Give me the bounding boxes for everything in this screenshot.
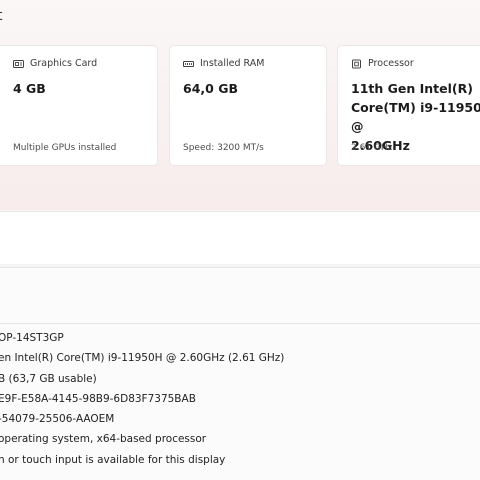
installed-ram-value: 64,0 GB xyxy=(183,81,238,96)
ram-icon xyxy=(183,60,194,67)
processor-detail: 2.61 GHz xyxy=(351,143,393,153)
device-specifications-header[interactable] xyxy=(0,267,480,323)
processor-tile[interactable]: Processor 11th Gen Intel(R) Core(TM) i9-… xyxy=(337,45,480,166)
installed-ram-tile[interactable]: Installed RAM 64,0 GB Speed: 3200 MT/s xyxy=(169,45,327,166)
related-links-panel xyxy=(0,211,480,264)
device-overview-region: t Graphics Card 4 GB Multiple GPUs insta… xyxy=(0,0,480,210)
installed-ram-label: Installed RAM xyxy=(200,58,265,69)
installed-ram-header: Installed RAM xyxy=(183,58,264,69)
graphics-card-value: 4 GB xyxy=(13,81,46,96)
spec-installed-ram: B (63,7 GB usable) xyxy=(0,373,97,385)
processor-label: Processor xyxy=(368,58,414,69)
spec-product-id: -54079-25506-AAOEM xyxy=(0,413,115,425)
spec-processor: en Intel(R) Core(TM) i9-11950H @ 2.60GHz… xyxy=(0,352,285,364)
spec-system-type: operating system, x64-based processor xyxy=(0,433,207,445)
graphics-card-icon xyxy=(13,59,24,68)
spec-device-id: E9F-E58A-4145-98B9-6D83F7375BAB xyxy=(0,393,196,405)
processor-header: Processor xyxy=(351,58,414,69)
graphics-card-tile[interactable]: Graphics Card 4 GB Multiple GPUs install… xyxy=(0,45,158,166)
spec-device-name: OP-14ST3GP xyxy=(0,332,64,344)
page-title-fragment: t xyxy=(0,8,3,24)
graphics-card-header: Graphics Card xyxy=(13,58,97,69)
device-specifications-list: OP-14ST3GP en Intel(R) Core(TM) i9-11950… xyxy=(0,323,480,480)
graphics-card-label: Graphics Card xyxy=(30,58,98,69)
processor-icon xyxy=(352,59,361,68)
graphics-card-detail: Multiple GPUs installed xyxy=(13,143,117,153)
installed-ram-detail: Speed: 3200 MT/s xyxy=(183,143,264,153)
spec-pen-touch: n or touch input is available for this d… xyxy=(0,454,226,466)
